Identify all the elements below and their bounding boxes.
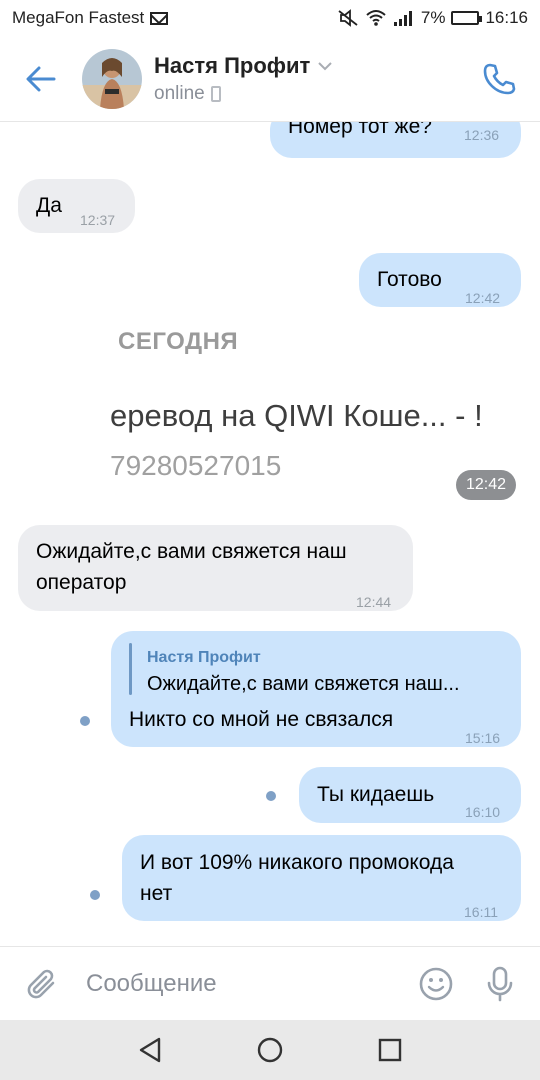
contact-name: Настя Профит — [154, 52, 311, 78]
message-text-line1: Ожидайте,с вами свяжется наш — [36, 540, 347, 563]
avatar-image — [82, 48, 142, 109]
contact-info[interactable]: Настя Профит online — [154, 52, 333, 105]
nav-recents-button[interactable] — [375, 1035, 405, 1065]
battery-icon — [451, 11, 483, 25]
mobile-icon — [210, 85, 221, 102]
message-time: 12:42 — [465, 290, 501, 306]
chat-header: Настя Профит online — [0, 36, 540, 122]
battery-percent: 7% — [420, 8, 446, 27]
microphone-icon — [487, 966, 513, 1001]
phone-icon — [483, 63, 516, 94]
message-outgoing[interactable]: И вот 109% никакого промокода нет 16:11 — [122, 835, 521, 921]
signal-icon — [393, 11, 412, 26]
reply-bar — [129, 643, 132, 695]
paperclip-icon — [27, 969, 55, 998]
image-attachment[interactable]: СЕГОДНЯ еревод на QIWI Коше... - ! 79280… — [0, 312, 540, 512]
message-text-line2: оператор — [36, 571, 127, 594]
status-bar: MegaFon Fastest 7% 16:16 — [0, 0, 540, 36]
message-text-line1: И вот 109% никакого промокода — [140, 851, 454, 874]
attachment-number-text: 79280527015 — [110, 450, 282, 481]
message-text: Готово — [377, 268, 442, 291]
message-time: 15:16 — [465, 730, 501, 746]
message-time: 12:37 — [80, 212, 116, 228]
message-text: Ты кидаешь — [317, 783, 435, 806]
call-button[interactable] — [476, 56, 522, 102]
emoji-button[interactable] — [416, 964, 456, 1004]
attach-button[interactable] — [22, 964, 62, 1004]
avatar[interactable] — [82, 48, 142, 109]
emoji-icon — [419, 967, 453, 1000]
message-text: Номер тот же? — [288, 122, 432, 138]
mute-icon — [338, 9, 358, 27]
message-text-line2: нет — [140, 882, 173, 905]
status-left: MegaFon Fastest — [12, 8, 169, 28]
attachment-date-label: СЕГОДНЯ — [118, 328, 239, 355]
message-incoming[interactable]: Да 12:37 — [18, 179, 135, 233]
status-row: online — [154, 83, 332, 105]
message-text: Никто со мной не связался — [129, 708, 394, 731]
back-arrow-icon — [26, 66, 56, 91]
message-outgoing[interactable]: Готово 12:42 — [359, 253, 521, 307]
message-outgoing[interactable]: Ты кидаешь 16:10 — [299, 767, 521, 823]
nav-home-button[interactable] — [255, 1035, 285, 1065]
message-time: 16:11 — [464, 904, 498, 920]
back-button[interactable] — [18, 56, 64, 102]
message-time: 16:10 — [465, 804, 501, 820]
carrier-name: MegaFon Fastest — [12, 8, 145, 27]
compose-bar — [0, 946, 540, 1020]
back-triangle-icon — [139, 1037, 161, 1063]
unread-dot — [266, 791, 276, 801]
mic-button[interactable] — [482, 964, 518, 1004]
message-time: 12:36 — [464, 127, 500, 143]
recents-square-icon — [378, 1038, 402, 1062]
reply-quote: Ожидайте,с вами свяжется наш... — [147, 673, 460, 695]
message-list[interactable]: Номер тот же? 12:36 Да 12:37 Готово 12:4… — [0, 122, 540, 946]
home-circle-icon — [257, 1037, 283, 1063]
attachment-time: 12:42 — [456, 470, 516, 500]
message-time: 12:44 — [356, 594, 392, 610]
clock: 16:16 — [485, 8, 528, 27]
nav-back-button[interactable] — [135, 1035, 165, 1065]
message-outgoing[interactable]: Номер тот же? 12:36 — [270, 122, 521, 158]
message-text: Да — [36, 194, 62, 217]
unread-dot — [80, 716, 90, 726]
message-outgoing-reply[interactable]: Настя Профит Ожидайте,с вами свяжется на… — [111, 631, 521, 747]
attachment-transfer-text: еревод на QIWI Коше... - ! — [110, 398, 483, 433]
mail-icon — [150, 11, 169, 25]
system-nav-bar — [0, 1020, 540, 1080]
unread-dot — [90, 890, 100, 900]
wifi-icon — [366, 10, 386, 26]
message-input[interactable] — [86, 969, 416, 998]
name-row: Настя Профит — [154, 52, 333, 79]
chevron-down-icon — [318, 61, 333, 70]
contact-status: online — [154, 82, 205, 104]
status-right: 7% 16:16 — [337, 8, 528, 28]
message-incoming[interactable]: Ожидайте,с вами свяжется наш оператор 12… — [18, 525, 413, 611]
